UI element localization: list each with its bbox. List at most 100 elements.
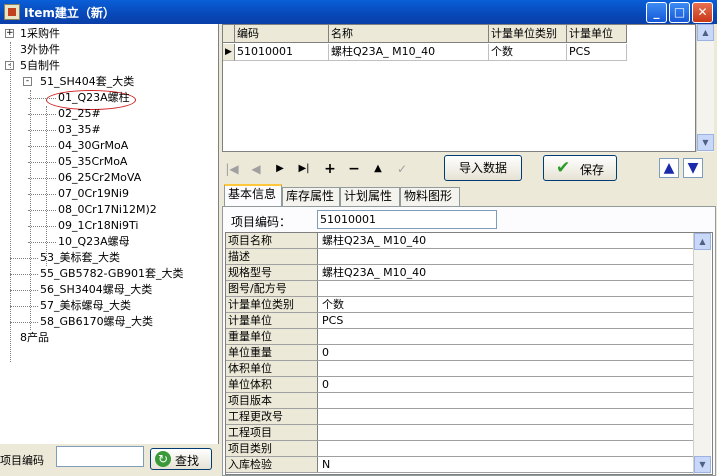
item-grid[interactable]: 编码 名称 计量单位类别 计量单位 ▶ 51010001 螺柱Q23A_ M10… (222, 24, 696, 152)
move-up-button[interactable]: ▲ (659, 158, 679, 178)
property-value[interactable]: 个数 (320, 297, 344, 312)
scroll-up-icon[interactable]: ▲ (697, 24, 714, 41)
tab-material-graphic[interactable]: 物料图形 (400, 187, 460, 206)
property-name: 描述 (226, 249, 318, 264)
property-row[interactable]: 项目类别 (226, 441, 696, 457)
tree-node[interactable]: 06_25Cr2MoVA (58, 170, 141, 186)
category-tree[interactable]: +1采购件 3外协件 -5自制件 -51_SH404套_大类 01_Q23A螺柱 02_2… (0, 24, 219, 444)
property-row[interactable]: 项目名称 螺柱Q23A_ M10_40 (226, 233, 696, 249)
property-row[interactable]: 规格型号 螺柱Q23A_ M10_40 (226, 265, 696, 281)
property-row[interactable]: 图号/配方号 (226, 281, 696, 297)
next-record-icon[interactable]: ▶ (272, 162, 288, 176)
property-row[interactable]: 重量单位 (226, 329, 696, 345)
property-row[interactable]: 入库检验 N (226, 457, 696, 473)
delete-record-icon[interactable]: − (346, 162, 362, 176)
property-value[interactable] (320, 361, 322, 376)
search-input[interactable] (56, 446, 144, 467)
item-code-field[interactable]: 51010001 (317, 210, 497, 229)
property-row[interactable]: 工程项目 (226, 425, 696, 441)
checkmark-icon: ✔ (556, 158, 571, 178)
tab-planning[interactable]: 计划属性 (340, 187, 400, 206)
tree-connector (30, 90, 31, 330)
property-value[interactable] (320, 393, 322, 408)
row-selector[interactable]: ▶ (223, 44, 235, 61)
column-header[interactable]: 名称 (329, 25, 489, 43)
property-row[interactable]: 计量单位类别 个数 (226, 297, 696, 313)
property-value[interactable]: 0 (320, 345, 329, 360)
property-row[interactable]: 项目版本 (226, 393, 696, 409)
save-button[interactable]: ✔ 保存 (543, 155, 617, 181)
tree-node[interactable]: 51_SH404套_大类 (40, 74, 134, 90)
tree-node[interactable]: 3外协件 (20, 42, 60, 58)
table-cell[interactable]: PCS (567, 44, 627, 61)
property-name: 单位重量 (226, 345, 318, 360)
maximize-button[interactable]: □ (669, 2, 690, 23)
column-header[interactable]: 计量单位 (567, 25, 627, 43)
property-value[interactable]: 螺柱Q23A_ M10_40 (320, 265, 426, 280)
property-value[interactable]: N (320, 457, 330, 472)
tree-node[interactable]: 02_25# (58, 106, 101, 122)
table-cell[interactable]: 螺柱Q23A_ M10_40 (329, 44, 489, 61)
tab-basic-info[interactable]: 基本信息 (224, 184, 282, 206)
property-value[interactable]: PCS (320, 313, 343, 328)
tree-connector (28, 114, 56, 115)
table-cell[interactable]: 个数 (489, 44, 567, 61)
column-header[interactable]: 编码 (235, 25, 329, 43)
close-button[interactable]: ✕ (692, 2, 713, 23)
scroll-up-icon[interactable]: ▲ (694, 233, 711, 250)
minimize-button[interactable]: _ (646, 2, 667, 23)
tree-node[interactable]: 8产品 (20, 330, 49, 346)
tree-node[interactable]: 10_Q23A螺母 (58, 234, 130, 250)
property-value[interactable] (320, 329, 322, 344)
tree-node[interactable]: 08_0Cr17Ni12M)2 (58, 202, 157, 218)
property-grid[interactable]: 项目名称 螺柱Q23A_ M10_40 描述 规格型号 螺柱Q23A_ M10_40 图号… (225, 232, 713, 475)
property-value[interactable] (320, 409, 322, 424)
move-down-button[interactable]: ▼ (683, 158, 703, 178)
property-value[interactable] (320, 441, 322, 456)
edit-record-icon[interactable]: ▲ (370, 162, 386, 176)
tree-node[interactable]: 53_美标套_大类 (40, 250, 120, 266)
property-value[interactable]: 0 (320, 377, 329, 392)
property-name: 工程项目 (226, 425, 318, 440)
tree-node[interactable]: 1采购件 (20, 26, 60, 42)
basic-info-panel: 项目编码： 51010001 项目名称 螺柱Q23A_ M10_40 描述 规格型号螺… (222, 206, 716, 476)
refresh-icon: ↻ (155, 451, 171, 467)
property-row[interactable]: 体积单位 (226, 361, 696, 377)
column-header[interactable]: 计量单位类别 (489, 25, 567, 43)
tree-expander-icon[interactable]: + (5, 29, 14, 38)
post-record-icon[interactable]: ✓ (394, 162, 410, 176)
first-record-icon[interactable]: |◀ (224, 162, 240, 176)
tree-node[interactable]: 58_GB6170螺母_大类 (40, 314, 153, 330)
property-row[interactable]: 单位重量 0 (226, 345, 696, 361)
tree-node[interactable]: 03_35# (58, 122, 101, 138)
tree-node[interactable]: 56_SH3404螺母_大类 (40, 282, 152, 298)
scroll-down-icon[interactable]: ▼ (697, 134, 714, 151)
tree-node[interactable]: 57_美标螺母_大类 (40, 298, 131, 314)
tree-node[interactable]: 55_GB5782-GB901套_大类 (40, 266, 184, 282)
tree-node[interactable]: 04_30GrMoA (58, 138, 128, 154)
property-value[interactable] (320, 249, 322, 264)
last-record-icon[interactable]: ▶| (296, 162, 312, 176)
import-data-button[interactable]: 导入数据 (444, 155, 522, 181)
find-button[interactable]: ↻ 查找 (150, 448, 212, 470)
tree-node[interactable]: 05_35CrMoA (58, 154, 127, 170)
add-record-icon[interactable]: + (322, 162, 338, 176)
tab-inventory[interactable]: 库存属性 (282, 187, 340, 206)
property-grid-scrollbar[interactable]: ▲ ▼ (693, 233, 711, 474)
item-grid-scrollbar[interactable]: ▲ ▼ (696, 24, 714, 152)
property-row[interactable]: 工程更改号 (226, 409, 696, 425)
prev-record-icon[interactable]: ◀ (248, 162, 264, 176)
scroll-down-icon[interactable]: ▼ (694, 456, 711, 473)
tree-node[interactable]: 07_0Cr19Ni9 (58, 186, 129, 202)
tree-node[interactable]: 5自制件 (20, 58, 60, 74)
table-cell[interactable]: 51010001 (235, 44, 329, 61)
property-row[interactable]: 计量单位 PCS (226, 313, 696, 329)
property-value[interactable]: 螺柱Q23A_ M10_40 (320, 233, 426, 248)
tree-node[interactable]: 09_1Cr18Ni9Ti (58, 218, 138, 234)
property-row[interactable]: 单位体积 0 (226, 377, 696, 393)
tree-node[interactable]: 01_Q23A螺柱 (58, 90, 130, 106)
property-row[interactable]: 描述 (226, 249, 696, 265)
tree-expander-icon[interactable]: - (23, 77, 32, 86)
property-value[interactable] (320, 281, 322, 296)
property-value[interactable] (320, 425, 322, 440)
